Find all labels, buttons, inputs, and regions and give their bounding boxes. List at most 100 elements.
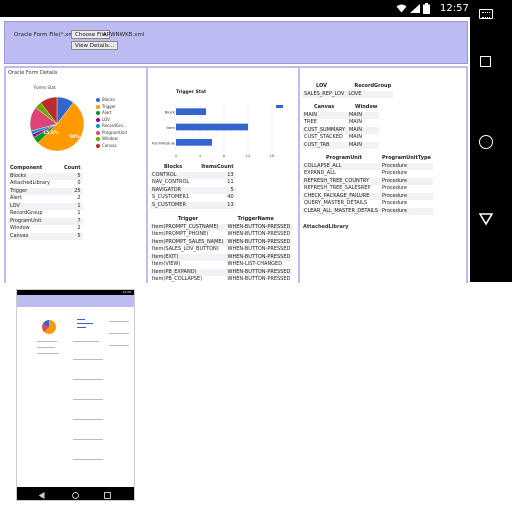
- status-icons: [396, 3, 430, 14]
- program-unit-cell: Procedure: [381, 185, 408, 191]
- canvas-cell: MAIN: [304, 111, 317, 118]
- blocks-cell: 11: [227, 179, 234, 185]
- trigger-cell: WHEN-BUTTON-PRESSED: [227, 253, 291, 260]
- legend-swatch: [96, 143, 100, 148]
- legend-label: Blocks: [102, 97, 115, 102]
- col-canvas: Canvas: [314, 104, 335, 110]
- form-details-panel: Oracle Form Details Forms Stat 15.6% 50% …: [6, 68, 146, 283]
- program-unit-row: REFRESH_TREE_COUNTRY Procedure: [302, 177, 433, 185]
- component-cell: AttachedLibrary: [10, 180, 50, 186]
- lov-row: SALES_REP_LOV LOVE: [302, 90, 394, 98]
- component-cell: 1: [77, 202, 81, 209]
- legend-swatch: [96, 137, 100, 141]
- col-items-count: ItemsCount: [201, 164, 234, 170]
- back-icon[interactable]: [479, 212, 493, 226]
- canvas-cell: MAIN: [348, 141, 362, 148]
- program-unit-cell: QUERY_MASTER_DETAILS: [304, 200, 368, 206]
- col-trigger-name: TriggerName: [237, 216, 274, 222]
- trigger-cell: WHEN-BUTTON-PRESSED: [227, 276, 291, 282]
- col-program-unit-type: ProgramUnitType: [381, 155, 431, 161]
- view-details-button[interactable]: View Details...: [71, 41, 119, 50]
- status-time: 12:57: [440, 3, 469, 14]
- program-unit-row: REFRESH_TREE_SALESREP Procedure: [302, 185, 433, 193]
- blocks-row: S_CUSTOMER1 40: [150, 194, 236, 202]
- app-content: Oracle Form File(*.xml) Choose File APWN…: [0, 17, 470, 283]
- canvas-cell: MAIN: [348, 111, 362, 118]
- trigger-cell: Item(PB_COLLAPSE): [152, 276, 203, 282]
- trigger-cell: Item(EXIT): [152, 253, 179, 260]
- lov-table: LOV RecordGroup SALES_REP_LOV LOVE: [302, 83, 394, 98]
- bar: [176, 138, 212, 146]
- attached-library-label: AttachedLibrary: [303, 224, 349, 230]
- blocks-cell: CONTROL: [152, 171, 177, 178]
- thumbnail-nav-bar: [17, 487, 134, 500]
- col-program-unit: ProgramUnit: [326, 155, 362, 161]
- program-unit-cell: EXPAND_ALL: [304, 170, 336, 176]
- panel-title: Oracle Form Details: [8, 70, 58, 76]
- program-unit-cell: REFRESH_TREE_SALESREP: [304, 185, 371, 191]
- legend-swatch: [96, 117, 100, 122]
- trigger-row: Item(PROMPT_CUSTNAME) WHEN-BUTTON-PRESSED: [150, 223, 293, 231]
- canvas-cell: TREE: [304, 119, 317, 125]
- legend-swatch: [96, 111, 100, 115]
- legend-label: Trigger: [102, 103, 116, 109]
- canvas-cell: MAIN: [348, 119, 362, 125]
- trigger-row: Item(PB_EXPAND) WHEN-BUTTON-PRESSED: [150, 268, 293, 276]
- trigger-panel: Trigger Stat 0 4 8 12 16 Block Item FormModule B…: [148, 68, 298, 283]
- thumbnail-content: [33, 309, 134, 479]
- pie-slice-label: 15.6%: [43, 130, 59, 136]
- canvas-row: CUST_STACKED MAIN: [302, 134, 379, 142]
- lov-cell: LOVE: [348, 90, 362, 97]
- blocks-cell: S_CUSTOMER1: [152, 194, 190, 200]
- trigger-row: Item(VIEW) WHEN-LIST-CHANGED: [150, 261, 292, 269]
- program-unit-cell: Procedure: [381, 162, 408, 169]
- component-cell: Window: [10, 225, 30, 231]
- canvas-row: TREE MAIN: [302, 119, 379, 127]
- keyboard-icon[interactable]: [479, 9, 493, 19]
- program-unit-cell: REFRESH_TREE_COUNTRY: [304, 177, 370, 184]
- component-cell: LOV: [10, 202, 20, 209]
- program-unit-row: EXPAND_ALL Procedure: [302, 170, 433, 178]
- program-unit-cell: Procedure: [381, 200, 408, 206]
- canvas-cell: CUST_STACKED: [304, 134, 343, 140]
- component-cell: 1: [77, 210, 81, 216]
- legend-label: Window: [102, 136, 118, 141]
- canvas-cell: CUST_SUMMARY: [304, 126, 345, 133]
- component-cell: Blocks: [10, 172, 27, 179]
- pie-title: Forms Stat: [34, 85, 56, 90]
- recents-icon[interactable]: [480, 56, 491, 67]
- x-tick-label: 0: [175, 153, 178, 158]
- blocks-table: Blocks ItemsCount CONTROL 13 NAV_CONTROL 11…: [150, 164, 236, 209]
- trigger-cell: Item(PROMPT_PHONE): [152, 231, 209, 237]
- canvas-cell: MAIN: [348, 134, 362, 140]
- legend-swatch: [96, 98, 100, 102]
- pie-slice-label: 50%: [69, 134, 80, 140]
- thumbnail-file-panel: [17, 295, 134, 307]
- component-cell: Canvas: [10, 232, 29, 239]
- col-count: Count: [63, 165, 81, 171]
- file-label: Oracle Form File(*.xml): [14, 32, 78, 38]
- legend-swatch: [276, 105, 283, 108]
- x-tick-label: 4: [199, 153, 202, 158]
- legend-swatch: [96, 104, 100, 109]
- program-unit-cell: Procedure: [381, 170, 408, 176]
- status-bar: 12:57: [0, 0, 470, 17]
- thumbnail-nav-icons: [38, 492, 111, 499]
- col-record-group: RecordGroup: [354, 83, 392, 89]
- trigger-table: Trigger TriggerName Item(PROMPT_CUSTNAME…: [150, 216, 293, 284]
- blocks-cell: 13: [227, 171, 234, 178]
- blocks-row: S_CUSTOMER 13: [150, 201, 236, 209]
- program-unit-cell: Procedure: [381, 177, 408, 184]
- x-tick-label: 16: [270, 153, 275, 158]
- program-unit-row: COLLAPSE_ALL Procedure: [302, 162, 433, 170]
- trigger-row: Item(PB_COLLAPSE) WHEN-BUTTON-PRESSED: [150, 276, 292, 284]
- legend-swatch: [96, 130, 100, 135]
- trigger-bar-chart: Trigger Stat 0 4 8 12 16 Block Item FormModule: [152, 89, 283, 158]
- signal-icon: [410, 4, 420, 13]
- home-icon[interactable]: [479, 135, 493, 149]
- canvas-cell: MAIN: [348, 126, 362, 133]
- lov-cell: SALES_REP_LOV: [304, 90, 345, 97]
- legend-label: ProgramUnit: [102, 129, 128, 135]
- component-table: Component Count Blocks 5 AttachedLibrary 0 T…: [8, 165, 83, 240]
- program-unit-table: ProgramUnit ProgramUnitType COLLAPSE_ALL…: [302, 155, 433, 215]
